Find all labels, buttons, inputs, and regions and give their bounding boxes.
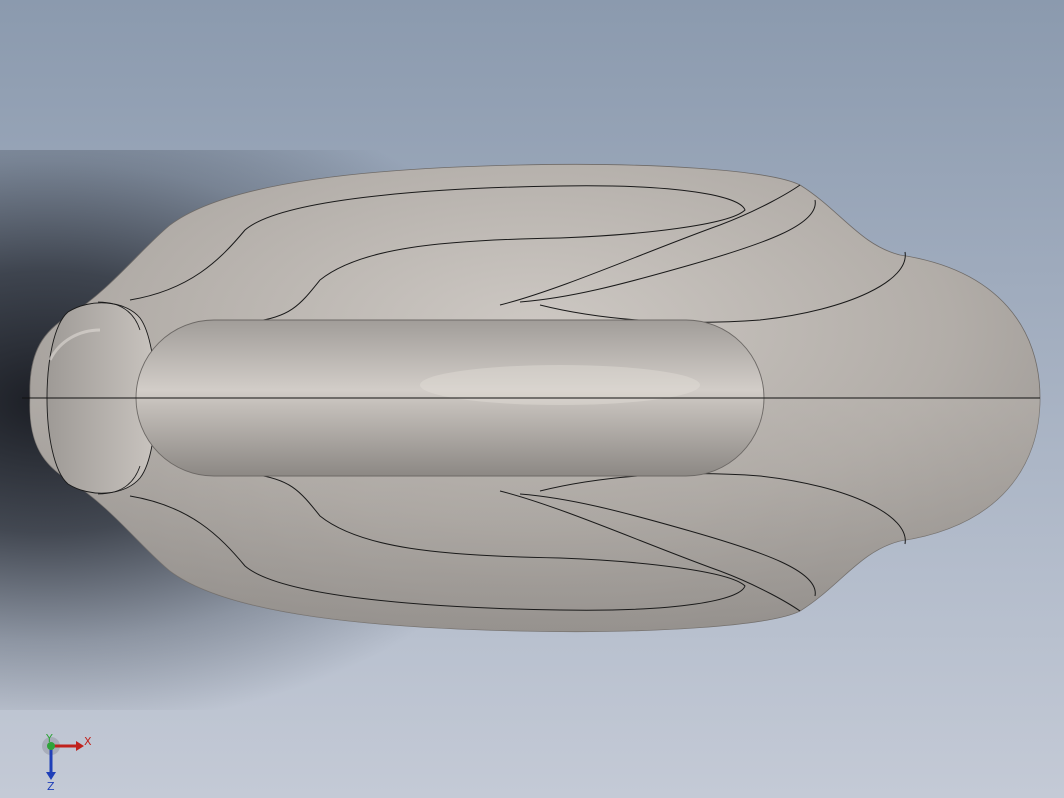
coordinate-triad[interactable]: X Y Z bbox=[42, 732, 92, 793]
triad-z-arrow bbox=[46, 772, 56, 780]
graphics-viewport[interactable]: X Y Z bbox=[0, 0, 1064, 798]
triad-z-label: Z bbox=[47, 780, 55, 793]
triad-y-label: Y bbox=[45, 732, 53, 745]
triad-x-arrow bbox=[76, 741, 84, 751]
triad-x-label: X bbox=[84, 735, 92, 748]
3d-model-view[interactable]: X Y Z bbox=[0, 0, 1064, 798]
